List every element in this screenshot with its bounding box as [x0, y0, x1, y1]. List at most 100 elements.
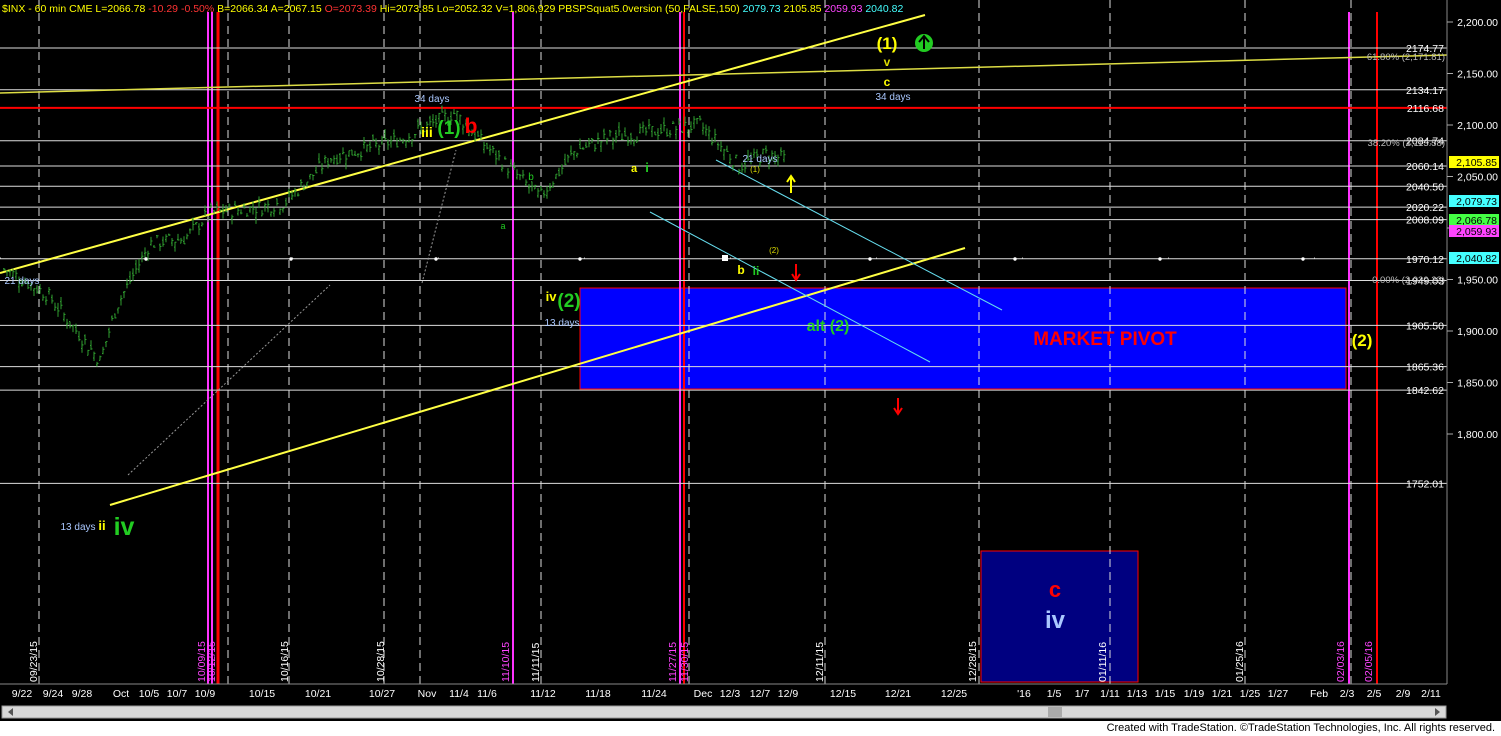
- date-marker-label: 02/03/16: [1335, 641, 1347, 682]
- price-tag-label: 2,105.85: [1456, 157, 1497, 169]
- wave-label: a: [500, 221, 505, 231]
- x-tick-label: 10/7: [167, 688, 188, 700]
- x-tick-label: 1/15: [1155, 688, 1176, 700]
- date-marker-label: 01/11/16: [1097, 642, 1109, 682]
- horizontal-scrollbar[interactable]: [1, 705, 1447, 719]
- wave-label: b: [737, 263, 744, 277]
- fib-label: 61.80% (2,171.81): [1367, 52, 1445, 63]
- last-price: L=2066.78: [95, 3, 146, 15]
- wave-label: iv: [1045, 607, 1066, 634]
- wave-label: 13 days: [60, 522, 95, 533]
- x-tick-label: 1/25: [1240, 688, 1261, 700]
- volume-label: V=1,806,929: [495, 3, 556, 15]
- wave-label: (1): [877, 34, 898, 53]
- x-tick-label: 12/9: [778, 688, 799, 700]
- y-tick-label: 2,100.00: [1457, 120, 1498, 132]
- level-dot: [1301, 257, 1305, 261]
- level-dot: [578, 257, 582, 261]
- exchange-label: CME: [69, 3, 93, 15]
- wave-label: ii: [98, 518, 105, 533]
- x-tick-label: 12/25: [941, 688, 967, 700]
- wave-label: c: [884, 75, 891, 89]
- date-marker-label: 11/27/15: [667, 642, 679, 682]
- x-tick-label: 9/22: [12, 688, 33, 700]
- net-change: -10.29: [148, 3, 179, 15]
- date-marker-label: 10/12/15: [206, 641, 218, 682]
- bid-price: B=2066.34: [217, 3, 269, 15]
- wave-label: (1): [437, 118, 460, 139]
- date-marker-label: 12/11/15: [814, 642, 826, 682]
- indicator-value-4: 2040.82: [865, 3, 904, 15]
- ask-price: A=2067.15: [270, 3, 322, 15]
- y-tick-label: 1,900.00: [1457, 326, 1498, 338]
- x-tick-label: 1/19: [1184, 688, 1205, 700]
- date-marker-label: 12/28/15: [967, 641, 979, 682]
- footer-bar: Created with TradeStation. ©TradeStation…: [0, 721, 1501, 736]
- date-marker-label: 11/30/15: [679, 642, 691, 682]
- date-marker-label: 11/11/15: [530, 643, 542, 682]
- x-tick-label: 9/28: [72, 688, 93, 700]
- price-level-label: 1970.12: [1406, 254, 1444, 266]
- fib-label: 0.00% (2,020.22): [1372, 275, 1445, 286]
- wave-label: 34 days: [414, 94, 449, 105]
- y-tick-label: 2,200.00: [1457, 17, 1498, 29]
- indicator-value-2: 2105.85: [783, 3, 822, 15]
- wave-label: 21 days: [4, 276, 39, 287]
- date-marker-label: 11/10/15: [500, 642, 512, 682]
- market-pivot-label: MARKET PIVOT: [1033, 329, 1177, 350]
- high-price: Hi=2073.85: [379, 3, 434, 15]
- wave-label: (1): [750, 165, 760, 174]
- x-tick-label: 11/4: [449, 688, 469, 700]
- x-tick-label: 1/7: [1075, 688, 1090, 700]
- x-tick-label: 11/12: [530, 688, 556, 700]
- price-level-label: 2040.50: [1406, 181, 1444, 193]
- x-tick-label: '16: [1017, 688, 1031, 700]
- x-tick-label: 10/9: [195, 688, 216, 700]
- x-tick-label: 12/3: [720, 688, 741, 700]
- level-dot: [289, 257, 293, 261]
- x-tick-label: Dec: [694, 688, 713, 700]
- x-tick-label: 11/24: [641, 688, 667, 700]
- y-tick-label: 1,800.00: [1457, 429, 1498, 441]
- x-tick-label: 12/15: [830, 688, 856, 700]
- level-dot: [1158, 257, 1162, 261]
- price-level-label: 1752.01: [1406, 478, 1444, 490]
- wave-label: 34 days: [875, 92, 910, 103]
- price-tag-label: 2,040.82: [1456, 253, 1497, 265]
- price-level-label: 2134.17: [1406, 85, 1444, 97]
- indicator-value-3: 2059.93: [824, 3, 863, 15]
- x-tick-label: 9/24: [43, 688, 64, 700]
- x-tick-label: 1/21: [1212, 688, 1233, 700]
- price-chart: 2,200.002,150.002,100.002,050.002,000.00…: [0, 0, 1501, 736]
- x-tick-label: 2/11: [1421, 688, 1441, 700]
- chart-header: $INX - 60 min CME L=2066.78 -10.29 -0.50…: [2, 3, 903, 15]
- symbol-label: $INX - 60 min: [2, 3, 67, 15]
- date-marker-label: 09/23/15: [28, 641, 40, 682]
- y-tick-label: 1,850.00: [1457, 378, 1498, 390]
- price-level-label: 2020.22: [1406, 202, 1444, 214]
- price-level-label: 2060.14: [1406, 161, 1444, 173]
- level-dot: [144, 257, 148, 261]
- level-dot: [1013, 257, 1017, 261]
- x-tick-label: Feb: [1310, 688, 1328, 700]
- x-tick-label: 10/5: [139, 688, 160, 700]
- wave-label: 21 days: [742, 154, 777, 165]
- wave-label: 13 days: [544, 318, 579, 329]
- fib-label: 38.20% (2,113.58): [1368, 138, 1445, 149]
- x-tick-label: 1/5: [1047, 688, 1062, 700]
- wave-label: (2): [1352, 331, 1373, 350]
- scrollbar-thumb[interactable]: [1048, 707, 1062, 717]
- footer-credit: Created with TradeStation. ©TradeStation…: [1106, 722, 1495, 734]
- price-level-label: 1865.36: [1406, 362, 1444, 374]
- wave-label: ii: [753, 264, 760, 278]
- date-marker-label: 01/25/16: [1234, 641, 1246, 682]
- pct-change: -0.50%: [180, 3, 215, 15]
- price-tag-label: 2,059.93: [1456, 226, 1497, 238]
- x-tick-label: 11/6: [477, 688, 497, 700]
- date-marker-label: 02/05/16: [1363, 641, 1375, 682]
- wave-label: i: [645, 160, 649, 175]
- wave-label: (2): [557, 291, 580, 312]
- x-tick-label: 2/5: [1367, 688, 1382, 700]
- x-tick-label: 10/21: [305, 688, 331, 700]
- wave-label: c: [1049, 577, 1061, 602]
